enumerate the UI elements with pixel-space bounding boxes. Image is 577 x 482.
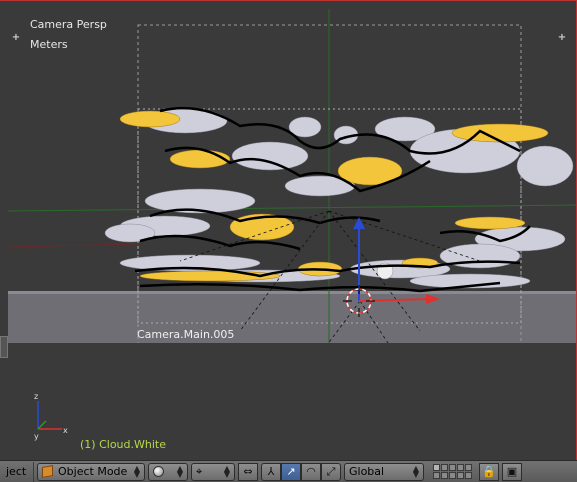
3d-viewport[interactable]: x z y Camera Persp Meters Camera.Main.00… [0, 0, 577, 460]
layer-14[interactable] [457, 472, 464, 479]
svg-text:y: y [34, 432, 39, 441]
scene-canvas: x z y [7, 9, 576, 460]
mode-selector[interactable]: Object Mode ▲ ▼ [37, 462, 145, 481]
layer-15[interactable] [465, 472, 472, 479]
rotate-manipulator-button[interactable]: ◠ [301, 462, 321, 481]
camera-name-label: Camera.Main.005 [137, 328, 235, 341]
tool-shelf-toggle-icon[interactable]: + [11, 33, 21, 43]
view-name-label: Camera Persp [30, 18, 107, 31]
align-icon: ⇔ [243, 465, 253, 478]
layer-5[interactable] [465, 464, 472, 471]
layer-2[interactable] [441, 464, 448, 471]
layer-3[interactable] [449, 464, 456, 471]
object-menu[interactable]: ject [0, 461, 34, 482]
layer-12[interactable] [441, 472, 448, 479]
updown-arrows-icon: ▲ ▼ [223, 463, 230, 479]
layer-4[interactable] [457, 464, 464, 471]
updown-arrows-icon: ▲ ▼ [412, 463, 419, 479]
render-preview-button[interactable]: ▣ [502, 462, 522, 481]
layer-buttons[interactable] [433, 464, 472, 479]
area-resize-handle[interactable] [0, 336, 8, 358]
lock-icon: 🔒 [482, 465, 496, 478]
lock-layers-button[interactable]: 🔒 [479, 462, 499, 481]
orientation-label: Global [349, 465, 385, 478]
units-label: Meters [30, 38, 68, 51]
pivot-crosshair-icon: ⌖ [196, 464, 203, 478]
svg-text:z: z [34, 392, 38, 401]
updown-arrows-icon: ▲ ▼ [133, 463, 140, 479]
manipulator-axes-icon: ⅄ [267, 465, 275, 478]
solid-shading-icon [153, 466, 164, 477]
pivot-align-button[interactable]: ⇔ [238, 462, 258, 481]
active-object-label: (1) Cloud.White [80, 438, 166, 451]
layer-1[interactable] [433, 464, 440, 471]
manipulator-group: ⅄ ↗ ◠ ⤢ [261, 462, 341, 481]
manipulator-toggle-button[interactable]: ⅄ [261, 462, 281, 481]
arrow-icon: ↗ [286, 465, 296, 478]
ground-plane [8, 293, 576, 343]
viewport-shading-selector[interactable]: ▲ ▼ [148, 462, 188, 481]
rotate-arc-icon: ◠ [306, 465, 316, 478]
pivot-point-selector[interactable]: ⌖ ▲ ▼ [191, 462, 235, 481]
translate-manipulator-button[interactable]: ↗ [281, 462, 301, 481]
camera-icon: ▣ [506, 465, 518, 478]
scale-manipulator-button[interactable]: ⤢ [321, 462, 341, 481]
transform-orientation-selector[interactable]: Global ▲ ▼ [344, 462, 424, 481]
updown-arrows-icon: ▲ ▼ [176, 463, 183, 479]
scale-icon: ⤢ [326, 464, 336, 478]
mode-label: Object Mode [58, 465, 128, 478]
viewport-header: ject Object Mode ▲ ▼ ▲ ▼ ⌖ ▲ ▼ ⇔ ⅄ ↗ ◠ ⤢ Gl… [0, 460, 577, 482]
layer-11[interactable] [433, 472, 440, 479]
svg-text:x: x [63, 426, 68, 435]
layer-13[interactable] [449, 472, 456, 479]
properties-panel-toggle-icon[interactable]: + [557, 33, 567, 43]
object-mode-cube-icon [42, 465, 53, 478]
